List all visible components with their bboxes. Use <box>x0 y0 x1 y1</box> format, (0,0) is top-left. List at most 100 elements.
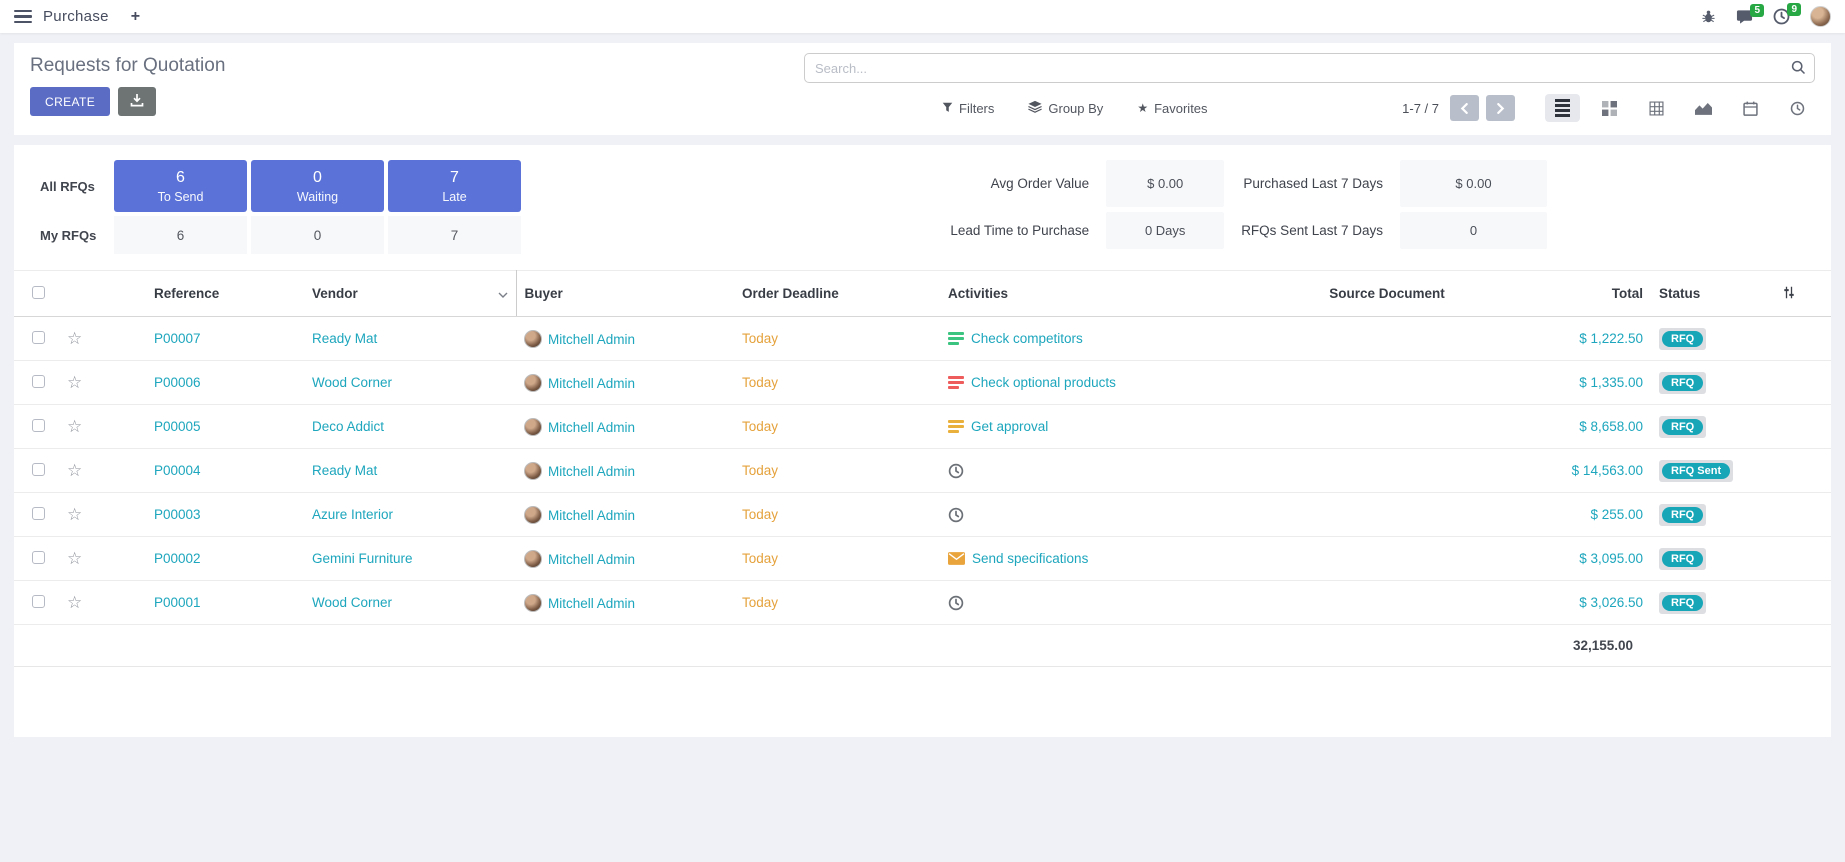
export-button[interactable] <box>118 87 156 116</box>
buyer-cell: Mitchell Admin <box>548 464 635 479</box>
tile-waiting[interactable]: 0 Waiting <box>251 160 384 212</box>
row-checkbox[interactable] <box>32 551 45 564</box>
table-row[interactable]: ☆ P00003 Azure Interior Mitchell Admin T… <box>14 493 1831 537</box>
activity-list-icon <box>948 376 964 390</box>
reference-link[interactable]: P00002 <box>109 537 304 581</box>
app-name[interactable]: Purchase <box>43 8 109 25</box>
favorite-star-icon[interactable]: ☆ <box>67 593 82 612</box>
search-input[interactable] <box>804 53 1815 83</box>
col-vendor-label: Vendor <box>312 286 358 301</box>
table-header-row: Reference Vendor Buyer Order Deadline Ac… <box>14 271 1831 317</box>
list-view-icon[interactable] <box>1545 94 1580 122</box>
favorite-star-icon[interactable]: ☆ <box>67 549 82 568</box>
favorite-star-icon[interactable]: ☆ <box>67 329 82 348</box>
buyer-avatar <box>524 374 542 392</box>
buyer-cell: Mitchell Admin <box>548 552 635 567</box>
select-all-checkbox[interactable] <box>32 286 45 299</box>
table-row[interactable]: ☆ P00002 Gemini Furniture Mitchell Admin… <box>14 537 1831 581</box>
reference-link[interactable]: P00001 <box>109 581 304 625</box>
reference-link[interactable]: P00006 <box>109 361 304 405</box>
status-badge: RFQ <box>1659 548 1706 570</box>
vendor-cell: Deco Addict <box>304 405 516 449</box>
col-source-document[interactable]: Source Document <box>1270 271 1504 317</box>
col-status[interactable]: Status <box>1651 271 1774 317</box>
pivot-view-icon[interactable] <box>1639 94 1674 122</box>
row-checkbox[interactable] <box>32 375 45 388</box>
activity-list-icon <box>948 420 964 434</box>
deadline-cell: Today <box>734 405 940 449</box>
table-row[interactable]: ☆ P00005 Deco Addict Mitchell Admin Toda… <box>14 405 1831 449</box>
activity-cell[interactable] <box>948 507 1262 523</box>
activity-clock-icon <box>948 595 964 611</box>
tile-to-send[interactable]: 6 To Send <box>114 160 247 212</box>
activity-label: Get approval <box>971 419 1048 434</box>
tile-late[interactable]: 7 Late <box>388 160 521 212</box>
row-checkbox[interactable] <box>32 507 45 520</box>
buyer-avatar <box>524 550 542 568</box>
source-document-cell <box>1270 317 1504 361</box>
table-row[interactable]: ☆ P00007 Ready Mat Mitchell Admin Today … <box>14 317 1831 361</box>
activity-cell[interactable]: Get approval <box>948 419 1262 434</box>
table-row[interactable]: ☆ P00004 Ready Mat Mitchell Admin Today … <box>14 449 1831 493</box>
reference-link[interactable]: P00005 <box>109 405 304 449</box>
kpi-lead-time-label: Lead Time to Purchase <box>950 212 1089 249</box>
kpi-avg-order-value: $ 0.00 <box>1106 160 1224 207</box>
row-checkbox[interactable] <box>32 419 45 432</box>
total-cell: $ 3,095.00 <box>1504 537 1651 581</box>
activity-cell[interactable]: Check competitors <box>948 331 1262 346</box>
col-total[interactable]: Total <box>1504 271 1651 317</box>
pager-next-button[interactable] <box>1486 95 1515 121</box>
favorites-button[interactable]: ★ Favorites <box>1137 100 1207 116</box>
deadline-cell: Today <box>734 581 940 625</box>
activity-cell[interactable]: Check optional products <box>948 375 1262 390</box>
buyer-avatar <box>524 418 542 436</box>
total-cell: $ 14,563.00 <box>1504 449 1651 493</box>
my-late-tile[interactable]: 7 <box>388 216 521 254</box>
activity-cell[interactable]: Send specifications <box>948 551 1262 566</box>
kanban-view-icon[interactable] <box>1592 94 1627 122</box>
activity-cell[interactable] <box>948 595 1262 611</box>
new-tab-button[interactable]: + <box>131 8 140 26</box>
reference-link[interactable]: P00007 <box>109 317 304 361</box>
col-order-deadline[interactable]: Order Deadline <box>734 271 940 317</box>
col-buyer[interactable]: Buyer <box>516 271 734 317</box>
calendar-view-icon[interactable] <box>1733 94 1768 122</box>
buyer-cell: Mitchell Admin <box>548 420 635 435</box>
my-waiting-tile[interactable]: 0 <box>251 216 384 254</box>
user-avatar[interactable] <box>1810 6 1831 27</box>
col-activities[interactable]: Activities <box>940 271 1270 317</box>
table-row[interactable]: ☆ P00006 Wood Corner Mitchell Admin Toda… <box>14 361 1831 405</box>
reference-link[interactable]: P00004 <box>109 449 304 493</box>
status-badge: RFQ <box>1659 504 1706 526</box>
hamburger-menu-icon[interactable] <box>14 10 32 24</box>
debug-bug-icon[interactable] <box>1701 9 1716 24</box>
deadline-cell: Today <box>734 317 940 361</box>
buyer-avatar <box>524 506 542 524</box>
favorite-star-icon[interactable]: ☆ <box>67 373 82 392</box>
messages-icon[interactable]: 5 <box>1736 9 1753 25</box>
favorite-star-icon[interactable]: ☆ <box>67 505 82 524</box>
col-vendor[interactable]: Vendor <box>304 271 516 317</box>
table-row[interactable]: ☆ P00001 Wood Corner Mitchell Admin Toda… <box>14 581 1831 625</box>
graph-view-icon[interactable] <box>1686 94 1721 122</box>
row-checkbox[interactable] <box>32 595 45 608</box>
activity-view-clock-icon[interactable] <box>1780 94 1815 122</box>
pager-count: 1-7 / 7 <box>1402 101 1439 116</box>
search-icon[interactable] <box>1791 60 1806 80</box>
col-reference[interactable]: Reference <box>109 271 304 317</box>
group-by-button[interactable]: Group By <box>1028 100 1103 116</box>
optional-columns-sliders-icon[interactable] <box>1782 288 1796 303</box>
buyer-cell: Mitchell Admin <box>548 376 635 391</box>
row-checkbox[interactable] <box>32 331 45 344</box>
activity-cell[interactable] <box>948 463 1262 479</box>
reference-link[interactable]: P00003 <box>109 493 304 537</box>
activities-clock-icon[interactable]: 9 <box>1773 8 1790 25</box>
favorite-star-icon[interactable]: ☆ <box>67 461 82 480</box>
source-document-cell <box>1270 405 1504 449</box>
pager-previous-button[interactable] <box>1450 95 1479 121</box>
favorite-star-icon[interactable]: ☆ <box>67 417 82 436</box>
filters-button[interactable]: Filters <box>942 100 994 116</box>
create-button[interactable]: CREATE <box>30 87 110 116</box>
row-checkbox[interactable] <box>32 463 45 476</box>
my-to-send-tile[interactable]: 6 <box>114 216 247 254</box>
